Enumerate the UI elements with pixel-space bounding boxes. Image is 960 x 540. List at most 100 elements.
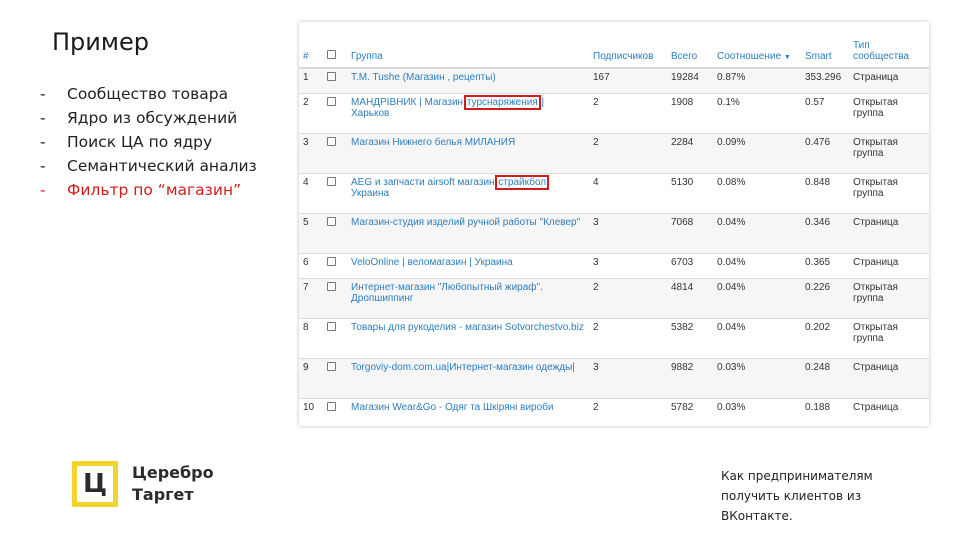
row-type: Страница [849,67,929,93]
bullet-text: Семантический анализ [67,157,257,175]
row-smart: 0.365 [801,252,849,278]
row-checkbox[interactable] [327,281,336,291]
row-subscribers: 3 [589,212,667,253]
bullet-dash: - [40,85,46,103]
row-total: 5130 [667,172,713,213]
table-row[interactable]: 3 Магазин Нижнего белья МИЛАНИЯ 2 2284 0.09%… [299,132,929,173]
group-name[interactable]: T.M. Tushe (Магазин , рецепты) [351,72,496,83]
row-smart: 353.296 [801,67,849,93]
group-name-rest[interactable]: Украина [351,188,389,199]
group-name[interactable]: Магазин Wear&Go - Одяг та Шкіряні вироби [351,402,554,413]
table-row[interactable]: 10 Магазин Wear&Go - Одяг та Шкіряні виро… [299,397,929,423]
bullet-list: - Сообщество товара - Ядро из обсуждений -… [40,82,257,202]
row-num: 2 [299,92,323,133]
row-type: Открытая группа [849,317,929,358]
row-total: 4814 [667,277,713,318]
row-select[interactable] [323,317,347,358]
bullet-text: Сообщество товара [67,85,229,103]
bullet-dash: - [40,181,46,199]
row-select[interactable] [323,172,347,213]
row-smart: 0.226 [801,277,849,318]
row-type: Открытая группа [849,172,929,213]
row-group[interactable]: Магазин Нижнего белья МИЛАНИЯ [347,132,589,173]
row-group[interactable]: МАНДРІВНИК | Магазин турснаряжения | Хар… [347,92,589,133]
row-group[interactable]: T.M. Tushe (Магазин , рецепты) [347,67,589,93]
row-smart: 0.188 [801,397,849,423]
row-group[interactable]: Товары для рукоделия - магазин Sotvorche… [347,317,589,358]
header-group[interactable]: Группа [347,22,589,69]
row-smart: 0.848 [801,172,849,213]
table-row[interactable]: 1 T.M. Tushe (Магазин , рецепты) 167 19284 0… [299,67,929,93]
table-row[interactable]: 4 AEG и запчасти airsoft магазин страйкбо… [299,172,929,213]
table-row[interactable]: 2 МАНДРІВНИК | Магазин турснаряжения | Ха… [299,92,929,133]
group-name[interactable]: Магазин Нижнего белья МИЛАНИЯ [351,137,515,148]
row-checkbox[interactable] [327,216,336,226]
row-checkbox[interactable] [327,256,336,266]
row-select[interactable] [323,67,347,93]
row-subscribers: 2 [589,277,667,318]
table-row[interactable]: 9 Torgoviy-dom.com.ua|Интернет-магазин од… [299,357,929,398]
group-name[interactable]: Магазин-студия изделий ручной работы "Кл… [351,217,580,228]
row-checkbox[interactable] [327,176,336,186]
row-group[interactable]: Интернет-магазин "Любопытный жираф". Дро… [347,277,589,318]
bullet-item: - Семантический анализ [40,154,257,178]
row-select[interactable] [323,212,347,253]
row-num: 7 [299,277,323,318]
row-checkbox[interactable] [327,96,336,106]
logo-mark: Ц [72,461,118,507]
row-num: 10 [299,397,323,423]
group-name[interactable]: Torgoviy-dom.com.ua|Интернет-магазин оде… [351,362,575,373]
row-num: 8 [299,317,323,358]
row-subscribers: 3 [589,252,667,278]
row-select[interactable] [323,397,347,423]
row-group[interactable]: AEG и запчасти airsoft магазин страйкбол… [347,172,589,213]
row-checkbox[interactable] [327,361,336,371]
group-keyword-highlight[interactable]: страйкбол [495,174,550,190]
row-ratio: 0.03% [713,357,801,398]
row-checkbox[interactable] [327,401,336,411]
group-name[interactable]: Интернет-магазин "Любопытный жираф". Дро… [351,282,543,304]
bullet-item: - Ядро из обсуждений [40,106,257,130]
header-subscribers[interactable]: Подписчиков [589,22,667,69]
row-num: 5 [299,212,323,253]
select-all-checkbox[interactable] [327,50,336,59]
group-keyword-highlight[interactable]: турснаряжения [463,94,541,110]
slide-area: Пример - Сообщество товара - Ядро из обсуж… [0,0,960,432]
row-select[interactable] [323,277,347,318]
header-num[interactable]: # [299,22,323,69]
row-select[interactable] [323,92,347,133]
group-name[interactable]: AEG и запчасти airsoft магазин [351,177,497,188]
table-row[interactable]: 7 Интернет-магазин "Любопытный жираф". Др… [299,277,929,318]
header-smart[interactable]: Smart [801,22,849,69]
row-ratio: 0.87% [713,67,801,93]
row-select[interactable] [323,132,347,173]
row-group[interactable]: Магазин Wear&Go - Одяг та Шкіряні вироби [347,397,589,423]
table-row[interactable]: 8 Товары для рукоделия - магазин Sotvorch… [299,317,929,358]
slide-title: Пример [52,28,149,56]
row-group[interactable]: VeloOnline | веломагазин | Украина [347,252,589,278]
row-type: Страница [849,397,929,423]
row-num: 9 [299,357,323,398]
bullet-text: Фильтр по “магазин” [67,181,242,199]
group-name[interactable]: МАНДРІВНИК | Магазин [351,97,466,108]
header-select-all[interactable] [323,22,347,69]
table-row[interactable]: 6 VeloOnline | веломагазин | Украина 3 6703… [299,252,929,278]
row-select[interactable] [323,252,347,278]
header-total[interactable]: Всего [667,22,713,69]
row-checkbox[interactable] [327,72,336,81]
group-name[interactable]: VeloOnline | веломагазин | Украина [351,257,513,268]
row-select[interactable] [323,357,347,398]
header-ratio[interactable]: Соотношение ▼ [713,22,801,69]
group-name[interactable]: Товары для рукоделия - магазин Sotvorche… [351,322,584,333]
header-type[interactable]: Тип сообщества [849,22,929,69]
table-row[interactable]: 5 Магазин-студия изделий ручной работы "К… [299,212,929,253]
row-group[interactable]: Магазин-студия изделий ручной работы "Кл… [347,212,589,253]
row-num: 3 [299,132,323,173]
row-total: 5382 [667,317,713,358]
row-group[interactable]: Torgoviy-dom.com.ua|Интернет-магазин оде… [347,357,589,398]
row-ratio: 0.03% [713,397,801,423]
results-table-screenshot: # Группа Подписчиков Всего Соотношение ▼… [299,22,929,426]
row-checkbox[interactable] [327,136,336,146]
row-checkbox[interactable] [327,321,336,331]
bullet-text: Ядро из обсуждений [67,109,238,127]
